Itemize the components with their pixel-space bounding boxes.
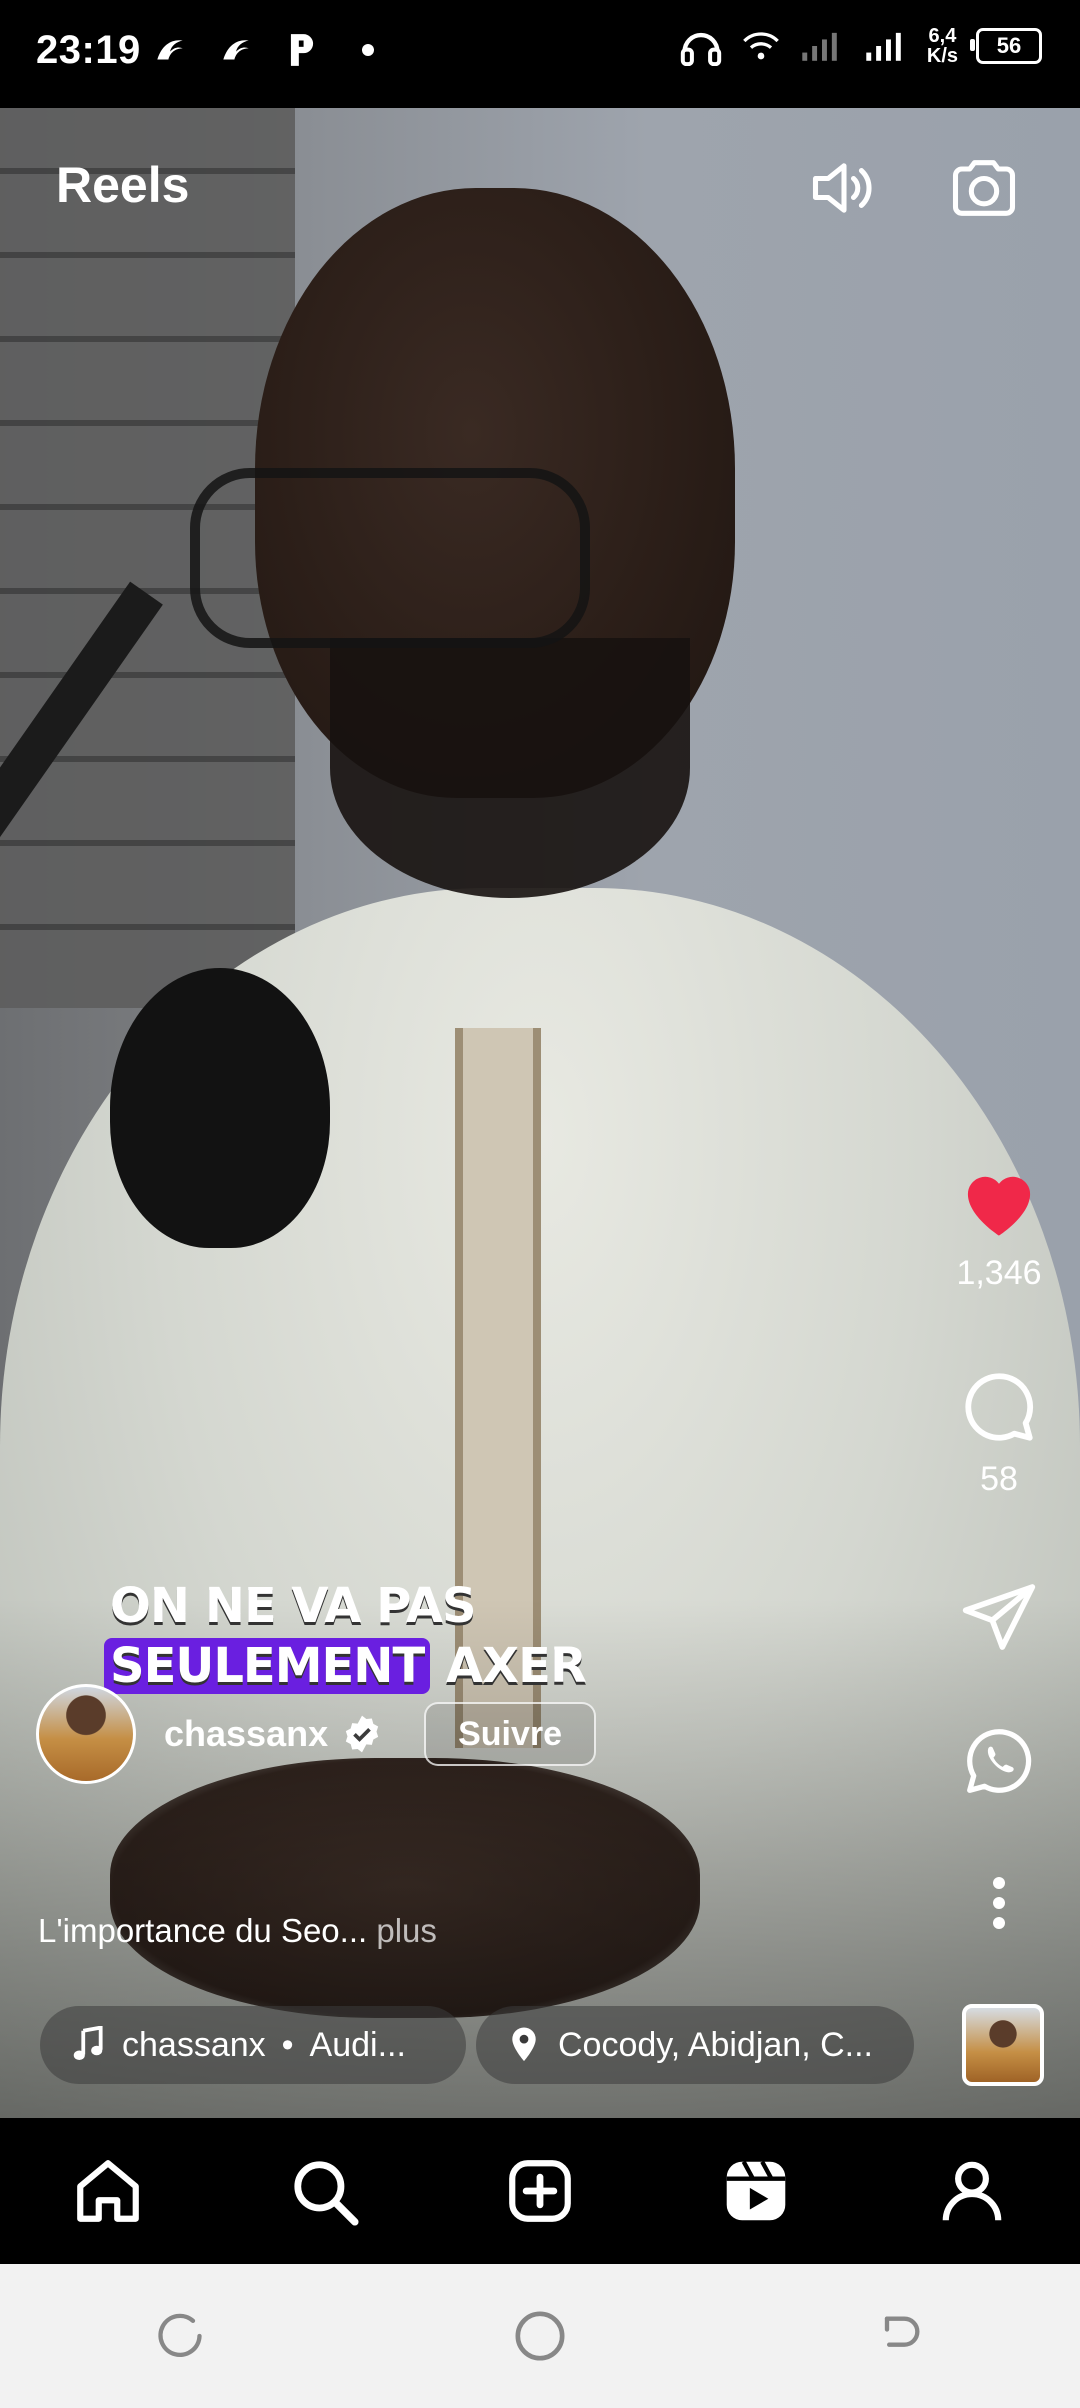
caption-line-1: ON NE VA PAS bbox=[110, 1578, 477, 1634]
send-icon[interactable] bbox=[954, 1572, 1044, 1662]
reel-video[interactable]: Reels ON NE VA PAS SEULEMENT AXER bbox=[0, 108, 1080, 2118]
headphones-icon bbox=[680, 32, 722, 66]
video-person-beard bbox=[330, 638, 690, 898]
avatar[interactable] bbox=[36, 1684, 136, 1784]
speaker-icon[interactable] bbox=[804, 148, 884, 228]
dot-icon bbox=[348, 30, 388, 70]
camera-icon[interactable] bbox=[944, 148, 1024, 228]
page-title: Reels bbox=[56, 157, 190, 213]
battery-indicator: 56 bbox=[970, 28, 1042, 64]
network-speed-value: 6,4 bbox=[928, 25, 957, 47]
search-icon[interactable] bbox=[274, 2141, 374, 2241]
location-pill[interactable]: Cocody, Abidjan, C... bbox=[476, 2006, 914, 2084]
status-indicators: 6,4 K/s 56 bbox=[679, 26, 1042, 66]
bottom-nav bbox=[0, 2118, 1080, 2264]
recents-icon[interactable] bbox=[140, 2296, 220, 2376]
profile-icon[interactable] bbox=[922, 2141, 1022, 2241]
audio-artist: chassanx bbox=[122, 2025, 266, 2064]
video-person-glasses bbox=[190, 468, 590, 648]
follow-button[interactable]: Suivre bbox=[424, 1702, 597, 1766]
video-microphone bbox=[110, 968, 330, 1248]
heart-icon[interactable] bbox=[954, 1156, 1044, 1246]
share-action[interactable] bbox=[944, 1572, 1054, 1662]
threads-icon bbox=[216, 30, 256, 70]
home-circle-icon[interactable] bbox=[500, 2296, 580, 2376]
status-time: 23:19 bbox=[36, 28, 141, 72]
like-count: 1,346 bbox=[956, 1254, 1042, 1292]
description-text: L'importance du Seo... bbox=[38, 1912, 368, 1949]
create-icon[interactable] bbox=[490, 2141, 590, 2241]
author-row: chassanx Suivre bbox=[36, 1684, 597, 1784]
whatsapp-action[interactable] bbox=[944, 1716, 1054, 1806]
video-caption-overlay: ON NE VA PAS SEULEMENT AXER bbox=[104, 1576, 587, 1696]
reels-icon[interactable] bbox=[706, 2141, 806, 2241]
battery-level: 56 bbox=[996, 33, 1022, 58]
wifi-icon bbox=[743, 32, 779, 60]
location-label: Cocody, Abidjan, C... bbox=[558, 2025, 873, 2064]
header-actions bbox=[804, 148, 1024, 228]
signal-icon bbox=[802, 32, 837, 61]
threads-icon bbox=[150, 30, 190, 70]
comment-count: 58 bbox=[980, 1460, 1018, 1498]
home-icon[interactable] bbox=[58, 2141, 158, 2241]
audio-track: Audi... bbox=[309, 2025, 406, 2064]
reel-description[interactable]: L'importance du Seo... plus bbox=[38, 1912, 437, 1950]
comment-action[interactable]: 58 bbox=[944, 1362, 1054, 1499]
audio-pill[interactable]: chassanx • Audi... bbox=[40, 2006, 466, 2084]
description-more-link[interactable]: plus bbox=[376, 1912, 437, 1949]
system-nav bbox=[0, 2264, 1080, 2408]
music-note-icon bbox=[68, 2025, 108, 2065]
network-speed-unit: K/s bbox=[926, 45, 958, 67]
audio-separator: • bbox=[281, 2025, 294, 2064]
more-options-action[interactable] bbox=[944, 1858, 1054, 1948]
back-icon[interactable] bbox=[860, 2296, 940, 2376]
username[interactable]: chassanx bbox=[164, 1713, 328, 1755]
audio-thumbnail[interactable] bbox=[962, 2004, 1044, 2086]
comment-icon[interactable] bbox=[954, 1362, 1044, 1452]
more-vertical-icon[interactable] bbox=[954, 1858, 1044, 1948]
p-icon bbox=[282, 30, 322, 70]
location-pin-icon bbox=[504, 2025, 544, 2065]
signal-icon bbox=[866, 32, 901, 61]
network-speed: 6,4 K/s bbox=[927, 26, 958, 66]
verified-badge-icon bbox=[345, 1715, 379, 1753]
status-notification-icons bbox=[150, 30, 388, 70]
status-bar: 23:19 6,4 K/s 56 bbox=[0, 0, 1080, 108]
like-action[interactable]: 1,346 bbox=[944, 1156, 1054, 1293]
whatsapp-icon[interactable] bbox=[954, 1716, 1044, 1806]
